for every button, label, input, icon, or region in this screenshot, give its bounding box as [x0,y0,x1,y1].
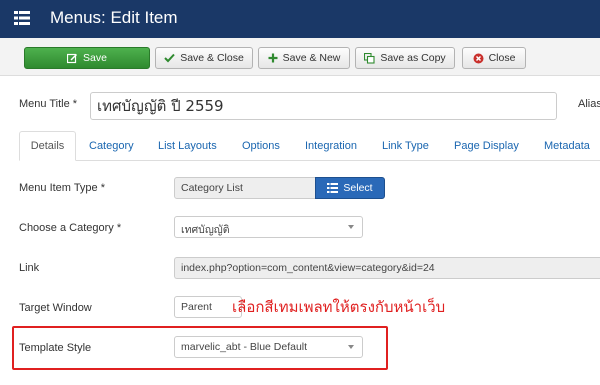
save-button[interactable]: Save [24,47,150,69]
tab-options[interactable]: Options [242,131,280,161]
close-button[interactable]: Close [462,47,526,69]
list-icon [14,11,30,25]
link-label: Link [19,262,40,274]
save-new-button[interactable]: Save & New [258,47,350,69]
check-icon [164,53,175,63]
plus-icon [268,53,278,63]
template-style-label: Template Style [19,342,92,354]
menu-title-input[interactable] [90,92,557,120]
toolbar: Save Save & Close Save & New Save as Cop… [0,38,600,76]
save-label: Save [83,52,107,64]
chevron-down-icon [348,345,354,349]
menu-title-label: Menu Title * [19,98,78,110]
category-label: Choose a Category * [19,222,122,234]
tab-details[interactable]: Details [19,131,76,161]
header-bar: Menus: Edit Item [0,0,600,38]
menu-item-type-field: Category List [174,177,316,199]
annotation-text: เลือกสีเทมเพลทให้ตรงกับหน้าเว็บ [232,298,446,316]
template-style-value: marvelic_abt - Blue Default [181,341,308,353]
tab-metadata[interactable]: Metadata [544,131,590,161]
select-button[interactable]: Select [315,177,385,199]
template-style-select[interactable]: marvelic_abt - Blue Default [174,336,363,358]
tab-page-display[interactable]: Page Display [454,131,519,161]
save-close-button[interactable]: Save & Close [155,47,253,69]
close-icon [473,53,484,63]
tab-list-layouts[interactable]: List Layouts [158,131,217,161]
copy-icon [364,52,375,64]
close-label: Close [488,52,516,64]
chevron-down-icon [348,225,354,229]
category-value: เทศบัญญัติ [181,224,230,236]
list-icon [327,183,339,193]
page-title: Menus: Edit Item [50,8,178,27]
target-window-label: Target Window [19,302,92,314]
menu-item-type-label: Menu Item Type * [19,182,106,194]
category-select[interactable]: เทศบัญญัติ [174,216,363,238]
save-copy-label: Save as Copy [380,52,446,64]
save-close-label: Save & Close [180,52,244,64]
link-field: index.php?option=com_content&view=catego… [174,257,600,279]
save-new-label: Save & New [282,52,341,64]
edit-icon [67,53,78,63]
select-button-label: Select [343,182,373,194]
tab-category[interactable]: Category [89,131,134,161]
save-copy-button[interactable]: Save as Copy [355,47,455,69]
alias-label: Alias [578,98,600,110]
tab-link-type[interactable]: Link Type [382,131,429,161]
tab-integration[interactable]: Integration [305,131,357,161]
